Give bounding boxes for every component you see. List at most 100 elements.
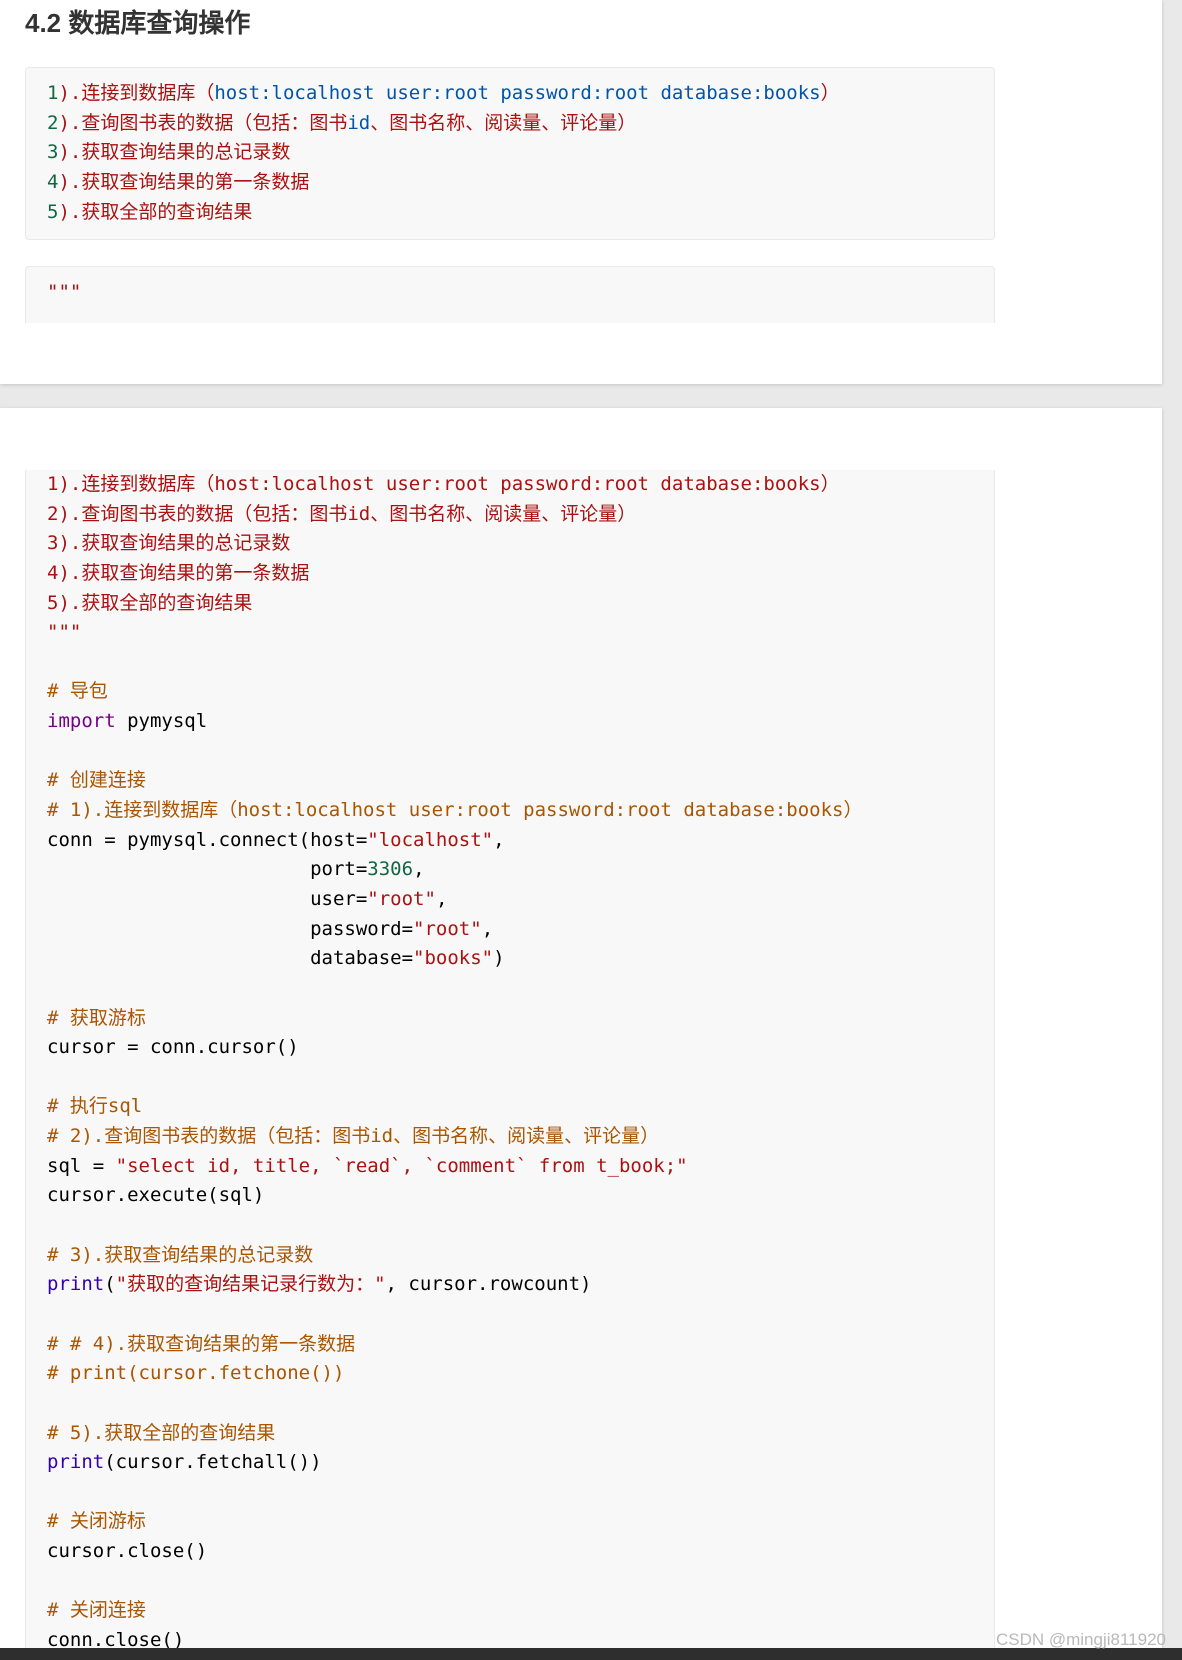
code-line: # 导包: [47, 677, 994, 707]
comment-token: # 3).获取查询结果的总记录数: [47, 1243, 314, 1266]
builtin-token: print: [47, 1451, 105, 1474]
text-token: (: [104, 1273, 116, 1296]
comment-token: # 5).获取全部的查询结果: [47, 1421, 276, 1444]
code-line: 2).查询图书表的数据（包括：图书id、图书名称、阅读量、评论量）: [47, 500, 994, 530]
comment-token: # 获取游标: [47, 1006, 146, 1029]
code-line: 4).获取查询结果的第一条数据: [47, 559, 994, 589]
code-line: cursor.close(): [47, 1537, 994, 1567]
comment-token: # 关闭游标: [47, 1510, 146, 1533]
string-token: 5).获取全部的查询结果: [47, 591, 253, 614]
text-token: database=: [47, 947, 414, 970]
code-line: # 执行sql: [47, 1092, 994, 1122]
code-line: # 2).查询图书表的数据（包括：图书id、图书名称、阅读量、评论量）: [47, 1122, 994, 1152]
code-line: print("获取的查询结果记录行数为：", cursor.rowcount): [47, 1270, 994, 1300]
text-token: (cursor.fetchall()): [104, 1451, 322, 1474]
text-token: cursor.close(): [47, 1540, 208, 1563]
text-token: cursor = conn.cursor(): [47, 1036, 299, 1059]
text-token: password=: [47, 917, 414, 940]
code-line: 3).获取查询结果的总记录数: [47, 529, 994, 559]
requirements-code-block[interactable]: 1).连接到数据库（host:localhost user:root passw…: [25, 67, 995, 240]
code-line: password="root",: [47, 915, 994, 945]
code-line: # 3).获取查询结果的总记录数: [47, 1241, 994, 1271]
number-token: 1: [47, 82, 59, 104]
text-token: conn.close(): [47, 1628, 185, 1648]
text-token: user=: [47, 887, 368, 910]
code-line: 2).查询图书表的数据（包括：图书id、图书名称、阅读量、评论量）: [47, 109, 994, 139]
document-page-top: 4.2 数据库查询操作 1).连接到数据库（host:localhost use…: [0, 0, 1162, 384]
comment-token: # 执行sql: [47, 1095, 143, 1118]
text-token: , cursor.rowcount): [385, 1273, 592, 1296]
string-token: """: [47, 621, 82, 644]
code-line: sql = "select id, title, `read`, `commen…: [47, 1152, 994, 1182]
builtin-token: print: [47, 1273, 105, 1296]
number-token: 3: [47, 141, 59, 164]
string-token: 2).查询图书表的数据（包括：图书id、图书名称、阅读量、评论量）: [47, 502, 637, 525]
comment-token: # 创建连接: [47, 769, 146, 792]
comment-token: # 关闭连接: [47, 1599, 146, 1622]
code-line: 1).连接到数据库（host:localhost user:root passw…: [47, 470, 994, 500]
docstring-code-block[interactable]: """: [25, 266, 995, 323]
code-line: import pymysql: [47, 707, 994, 737]
string-token: "root": [413, 917, 482, 940]
code-line: # 5).获取全部的查询结果: [47, 1419, 994, 1449]
watermark: CSDN @mingji811920: [995, 1630, 1166, 1649]
code-line: port=3306,: [47, 855, 994, 885]
code-line: conn.close(): [47, 1626, 994, 1648]
code-line: cursor.execute(sql): [47, 1181, 994, 1211]
text-token: ,: [413, 858, 425, 881]
string-token: ).查询图书表的数据（包括：图书: [58, 111, 348, 134]
string-token: ).获取查询结果的第一条数据: [58, 170, 310, 193]
string-token: "root": [367, 887, 436, 910]
comment-token: # 2).查询图书表的数据（包括：图书id、图书名称、阅读量、评论量）: [47, 1125, 660, 1148]
number-token: 3306: [367, 858, 414, 881]
string-token: ).获取查询结果的总记录数: [58, 141, 291, 164]
string-token: 、图书名称、阅读量、评论量）: [370, 111, 637, 134]
text-token: ,: [493, 828, 505, 851]
code-line: # 1).连接到数据库（host:localhost user:root pas…: [47, 796, 994, 826]
text-token: ,: [435, 887, 448, 910]
number-token: 2: [47, 111, 59, 134]
code-line: # 关闭连接: [47, 1596, 994, 1626]
variable2-token: host:localhost user:root password:root d…: [214, 82, 821, 104]
python-source-code-block[interactable]: 1).连接到数据库（host:localhost user:root passw…: [25, 470, 995, 1648]
string-token: ).连接到数据库（: [58, 82, 215, 104]
text-token: port=: [47, 858, 368, 881]
code-line: # 创建连接: [47, 766, 994, 796]
string-token: 1).连接到数据库（host:localhost user:root passw…: [47, 473, 840, 495]
string-token: 4).获取查询结果的第一条数据: [47, 561, 310, 584]
code-line: 1).连接到数据库（host:localhost user:root passw…: [47, 79, 994, 109]
code-line: # # 4).获取查询结果的第一条数据: [47, 1330, 994, 1360]
code-line: """: [47, 618, 994, 648]
code-line: # 获取游标: [47, 1004, 994, 1034]
comment-token: # 1).连接到数据库（host:localhost user:root pas…: [47, 799, 863, 822]
comment-token: # 导包: [47, 680, 108, 703]
string-token: """: [47, 281, 82, 303]
string-token: ).获取全部的查询结果: [58, 200, 253, 223]
comment-token: # # 4).获取查询结果的第一条数据: [47, 1332, 356, 1355]
text-token: sql =: [47, 1154, 116, 1177]
document-page-bottom: 1).连接到数据库（host:localhost user:root passw…: [0, 408, 1162, 1648]
code-line: 4).获取查询结果的第一条数据: [47, 168, 994, 198]
text-token: ): [493, 947, 505, 970]
number-token: 5: [47, 200, 59, 223]
string-token: "获取的查询结果记录行数为：": [115, 1273, 386, 1296]
text-token: pymysql: [115, 710, 208, 733]
string-token: "select id, title, `read`, `comment` fro…: [115, 1154, 688, 1177]
code-line: print(cursor.fetchall()): [47, 1448, 994, 1478]
number-token: 4: [47, 170, 59, 193]
code-line: database="books"): [47, 944, 994, 974]
code-line: conn = pymysql.connect(host="localhost",: [47, 826, 994, 856]
code-line: # print(cursor.fetchone()): [47, 1359, 994, 1389]
text-token: cursor.execute(sql): [47, 1184, 265, 1207]
code-line: user="root",: [47, 885, 994, 915]
code-line: # 关闭游标: [47, 1507, 994, 1537]
string-token: 3).获取查询结果的总记录数: [47, 532, 291, 555]
code-line: """: [47, 278, 994, 308]
code-line: 5).获取全部的查询结果: [47, 198, 994, 228]
